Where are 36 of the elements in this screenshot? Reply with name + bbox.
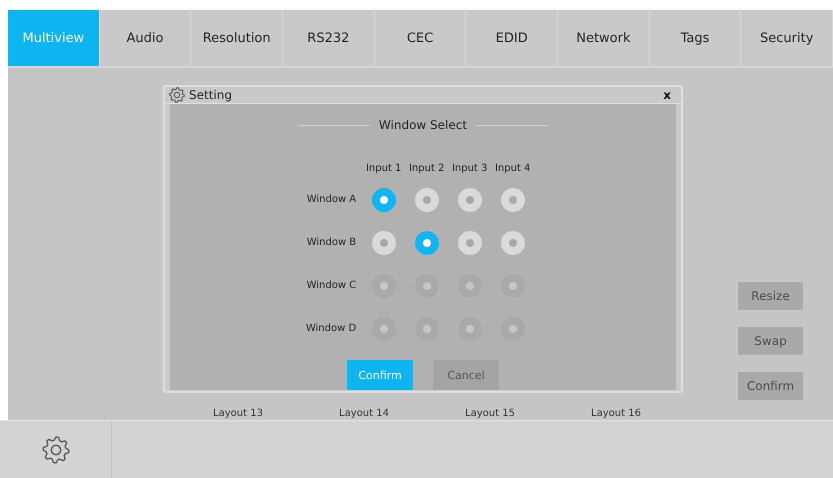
tab[interactable]: CEC [374,10,466,66]
layout-label: Layout 14 [338,408,390,419]
dialog-title: Setting [189,88,232,102]
radio-button[interactable] [500,188,525,212]
column-header: Input 3 [452,163,488,176]
tab[interactable]: Security [741,10,833,66]
radio-button[interactable] [458,188,482,212]
radio-button[interactable] [414,188,439,212]
radio-button[interactable] [458,230,482,254]
gear-icon [42,436,70,464]
section-heading: Window Select [378,118,468,132]
tab[interactable]: Tags [650,10,742,66]
column-header: Input 2 [408,163,444,176]
tab[interactable]: Network [558,10,650,66]
layout-label: Layout 13 [212,408,264,419]
side-button[interactable]: Swap [738,327,803,355]
row-label: Window A [306,194,358,205]
column-header: Input 4 [494,163,530,176]
layout-label: Layout 15 [464,408,516,419]
tab[interactable]: Audio [100,10,192,66]
row-label: Window C [306,280,358,291]
tab[interactable]: Resolution [191,10,284,66]
radio-button[interactable] [372,230,396,254]
side-button[interactable]: Resize [738,282,803,310]
radio-button[interactable] [372,188,396,212]
gear-icon [169,87,185,103]
radio-button[interactable] [500,230,525,254]
side-button[interactable]: Confirm [738,372,803,400]
row-label: Window D [306,323,358,334]
column-header: Input 1 [366,163,402,176]
tab[interactable]: EDID [466,10,558,66]
tab[interactable]: RS232 [283,10,375,66]
layout-label: Layout 16 [590,408,642,419]
close-button[interactable]: x [661,88,673,102]
radio-button[interactable] [414,230,439,254]
row-label: Window B [306,237,358,248]
